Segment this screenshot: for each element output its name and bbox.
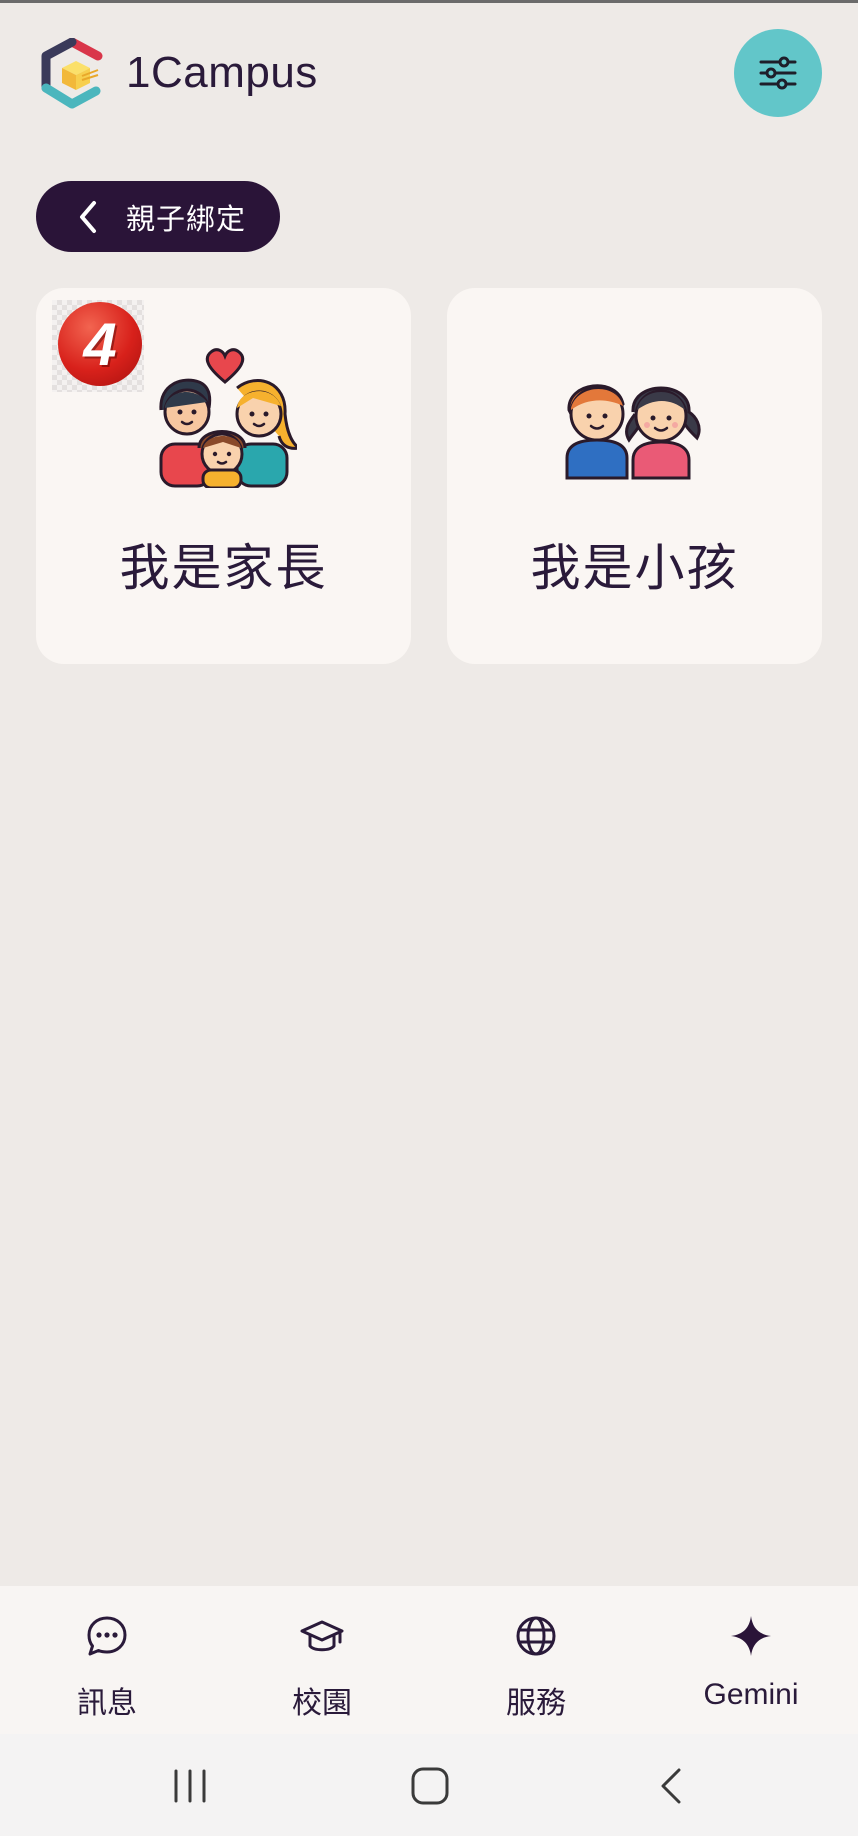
i-am-parent-label: 我是家長 [119, 539, 328, 597]
i-am-child-card[interactable]: 我是小孩 [447, 288, 822, 664]
graduation-cap-icon [300, 1620, 344, 1652]
home-icon[interactable] [410, 1766, 450, 1806]
nav-messages[interactable]: 訊息 [27, 1586, 187, 1734]
children-icon [565, 384, 701, 480]
bottom-navigation: 訊息 校園 服務 Gemini [0, 1586, 858, 1734]
parent-child-binding-back-button[interactable]: 親子綁定 [36, 181, 280, 252]
app-title: 1Campus [126, 48, 318, 97]
chat-bubble-icon [87, 1616, 127, 1656]
nav-gemini[interactable]: Gemini [671, 1586, 831, 1734]
1campus-cube-logo-icon [40, 37, 104, 110]
recent-apps-icon[interactable] [170, 1768, 210, 1804]
i-am-parent-card[interactable]: 4 我是家長 [36, 288, 411, 664]
i-am-child-label: 我是小孩 [530, 539, 739, 597]
nav-messages-label: 訊息 [77, 1686, 137, 1721]
system-navigation-bar [0, 1734, 858, 1836]
nav-services-label: 服務 [506, 1686, 566, 1721]
nav-gemini-label: Gemini [703, 1678, 799, 1711]
nav-campus-label: 校園 [292, 1686, 352, 1721]
globe-icon [516, 1616, 556, 1656]
status-bar-line [0, 0, 858, 3]
chevron-left-icon [80, 200, 96, 233]
notification-badge: 4 [58, 302, 142, 386]
sliders-icon [759, 56, 797, 90]
sparkle-icon [731, 1616, 771, 1656]
back-chip-label: 親子綁定 [126, 201, 247, 236]
nav-services[interactable]: 服務 [456, 1586, 616, 1734]
settings-button[interactable] [734, 29, 822, 117]
nav-campus[interactable]: 校園 [242, 1586, 402, 1734]
back-icon[interactable] [655, 1766, 687, 1806]
family-icon [159, 348, 297, 488]
